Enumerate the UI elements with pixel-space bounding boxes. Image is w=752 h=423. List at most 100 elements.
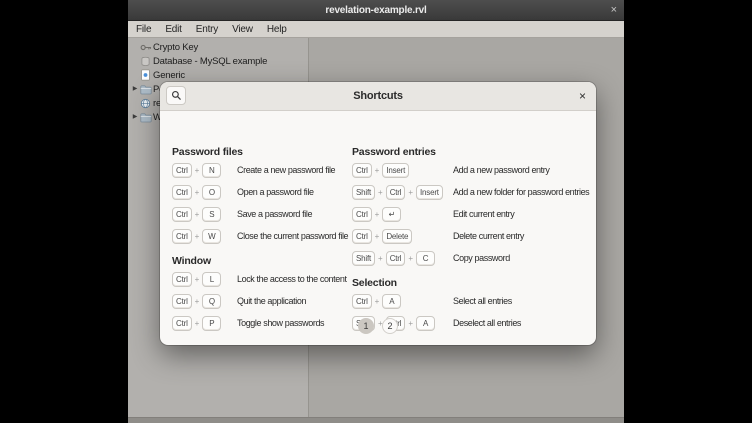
tree-item-label: Crypto Key [153, 42, 198, 53]
key-cap: Insert [416, 185, 443, 200]
tree-item-label: Generic [153, 70, 185, 81]
plus-separator: + [378, 254, 383, 263]
tree-item-label: Database - MySQL example [153, 56, 267, 67]
shortcuts-dialog: Shortcuts × Password filesCtrl+NCreate a… [160, 82, 596, 345]
menubar: FileEditEntryViewHelp [128, 21, 624, 38]
key-cap: Ctrl [352, 207, 372, 222]
plus-separator: + [408, 188, 413, 197]
expander-icon[interactable]: ▶ [131, 82, 139, 96]
key-icon [139, 41, 152, 53]
plus-separator: + [375, 166, 380, 175]
shortcut-description: Add a new password entry [453, 165, 549, 175]
magnifier-icon [171, 90, 182, 101]
generic-icon [139, 69, 152, 81]
globe-icon [139, 97, 152, 109]
shortcut-description: Open a password file [237, 187, 314, 197]
column-right: Password entriesCtrl+InsertAdd a new pas… [352, 146, 592, 337]
menu-entry[interactable]: Entry [189, 23, 225, 36]
plus-separator: + [375, 232, 380, 241]
shortcut-row: Ctrl+NCreate a new password file [172, 162, 350, 178]
window-close-icon[interactable]: × [611, 0, 617, 20]
shortcut-row: Ctrl+LLock the access to the content [172, 271, 350, 287]
expander-icon[interactable]: ▶ [131, 110, 139, 124]
shortcut-keys: Ctrl+S [172, 207, 237, 222]
shortcut-keys: Ctrl+A [352, 294, 453, 309]
plus-separator: + [195, 188, 200, 197]
plus-separator: + [195, 275, 200, 284]
column-left: Password filesCtrl+NCreate a new passwor… [172, 146, 350, 337]
shortcut-row: Ctrl+O Open a password file [172, 184, 350, 200]
titlebar[interactable]: revelation-example.rvl × [128, 0, 624, 21]
tree-row[interactable]: Crypto Key [128, 40, 308, 54]
shortcut-description: Copy password [453, 253, 510, 263]
key-cap: Ctrl [172, 207, 192, 222]
section-title: Selection [352, 277, 592, 293]
section-password-entries: Password entriesCtrl+InsertAdd a new pas… [352, 146, 592, 266]
shortcut-keys: Ctrl+Q [172, 294, 237, 309]
shortcut-keys: Ctrl+W [172, 229, 237, 244]
shortcut-row: Ctrl+QQuit the application [172, 293, 350, 309]
shortcut-keys: Ctrl+N [172, 163, 237, 178]
key-cap: A [382, 294, 401, 309]
shortcut-description: Lock the access to the content [237, 274, 347, 284]
menu-file[interactable]: File [129, 23, 158, 36]
shortcut-row: Ctrl+InsertAdd a new password entry [352, 162, 592, 178]
key-cap: Ctrl [172, 272, 192, 287]
statusbar [128, 417, 624, 423]
key-cap: ↵ [382, 207, 401, 222]
key-cap: Ctrl [172, 185, 192, 200]
shortcut-row: Ctrl+WClose the current password file [172, 228, 350, 244]
window-title: revelation-example.rvl [325, 5, 426, 16]
screen: revelation-example.rvl × FileEditEntryVi… [0, 0, 752, 423]
plus-separator: + [195, 297, 200, 306]
page-dot-2[interactable]: 2 [382, 318, 398, 334]
plus-separator: + [195, 210, 200, 219]
shortcut-description: Add a new folder for password entries [453, 187, 589, 197]
key-cap: Ctrl [172, 163, 192, 178]
dialog-header: Shortcuts × [160, 82, 596, 111]
menu-view[interactable]: View [225, 23, 260, 36]
shortcut-description: Quit the application [237, 296, 306, 306]
dialog-close-icon[interactable]: × [579, 82, 586, 110]
key-cap: Shift [352, 185, 375, 200]
shortcut-description: Delete current entry [453, 231, 524, 241]
key-cap: L [202, 272, 221, 287]
shortcut-row: Shift+Ctrl+CCopy password [352, 250, 592, 266]
section-title: Password files [172, 146, 350, 162]
shortcut-row: Shift+Ctrl+InsertAdd a new folder for pa… [352, 184, 592, 200]
shortcut-keys: Shift+Ctrl+C [352, 251, 453, 266]
folder-icon [139, 83, 152, 95]
menu-edit[interactable]: Edit [158, 23, 188, 36]
key-cap: Insert [382, 163, 409, 178]
plus-separator: + [375, 297, 380, 306]
shortcut-keys: Ctrl+Delete [352, 229, 453, 244]
plus-separator: + [378, 188, 383, 197]
section-password-files: Password filesCtrl+NCreate a new passwor… [172, 146, 350, 244]
key-cap: C [416, 251, 435, 266]
key-cap: Ctrl [172, 294, 192, 309]
shortcut-keys: Ctrl+Insert [352, 163, 453, 178]
key-cap: Ctrl [172, 229, 192, 244]
shortcut-description: Close the current password file [237, 231, 348, 241]
shortcut-description: Select all entries [453, 296, 512, 306]
shortcut-keys: Ctrl+L [172, 272, 237, 287]
key-cap: Ctrl [352, 229, 372, 244]
key-cap: N [202, 163, 221, 178]
shortcut-keys: Shift+Ctrl+Insert [352, 185, 453, 200]
page-dot-1[interactable]: 1 [358, 318, 374, 334]
key-cap: W [202, 229, 221, 244]
key-cap: Delete [382, 229, 412, 244]
shortcut-description: Create a new password file [237, 165, 335, 175]
key-cap: Ctrl [386, 185, 406, 200]
search-button[interactable] [166, 86, 186, 105]
key-cap: Shift [352, 251, 375, 266]
tree-row[interactable]: Database - MySQL example [128, 54, 308, 68]
folder-icon [139, 111, 152, 123]
menu-help[interactable]: Help [260, 23, 294, 36]
key-cap: O [202, 185, 221, 200]
tree-row[interactable]: Generic [128, 68, 308, 82]
pagination: 12 [160, 318, 596, 334]
plus-separator: + [195, 166, 200, 175]
shortcut-row: Ctrl+ASelect all entries [352, 293, 592, 309]
key-cap: Ctrl [352, 163, 372, 178]
